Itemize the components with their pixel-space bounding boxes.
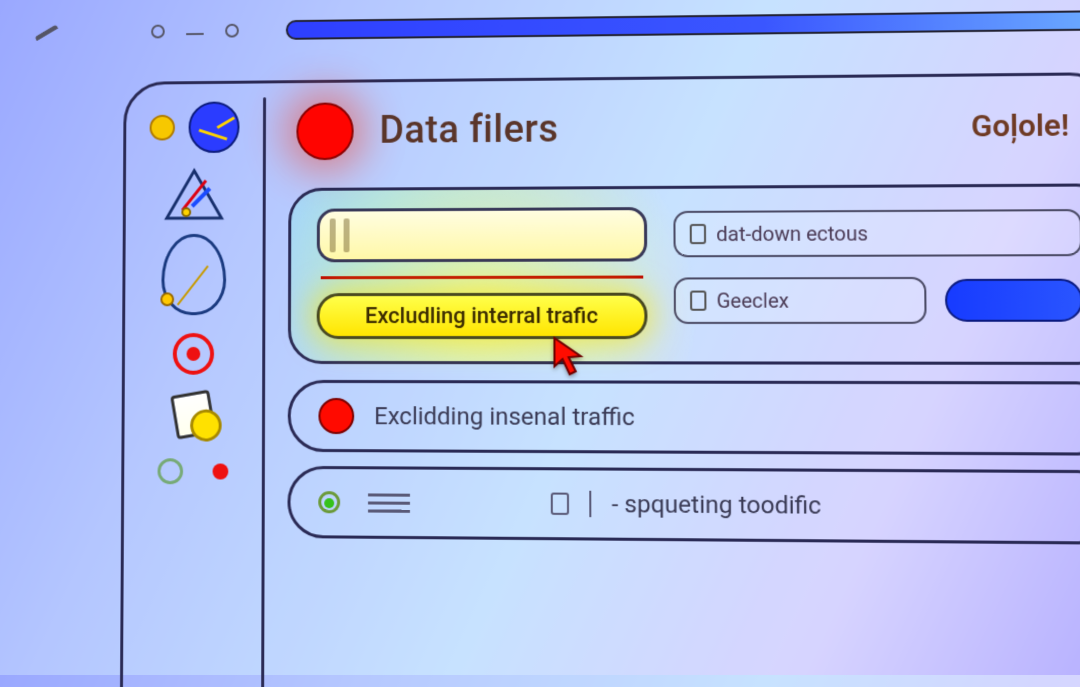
secondary-field[interactable]: Geeclex <box>674 277 927 324</box>
status-ring-icon <box>318 491 340 513</box>
apply-button[interactable] <box>945 279 1080 322</box>
divider <box>321 276 644 280</box>
page-title: Data filers <box>379 108 558 153</box>
page-header: Data filers Goļole! <box>263 75 1080 184</box>
checkbox-icon[interactable] <box>551 493 569 515</box>
triangle-tool-icon[interactable] <box>169 171 220 217</box>
checkbox-icon <box>690 291 706 311</box>
filter-row[interactable]: Exclidding insenal traffic <box>288 380 1080 456</box>
window-maximize-icon[interactable] <box>225 24 239 38</box>
alert-dot-icon <box>213 463 229 479</box>
status-dot-icon <box>318 398 354 434</box>
window-minimize-icon[interactable] <box>186 33 204 35</box>
brand-label: Goļole! <box>971 108 1069 144</box>
document-icon[interactable] <box>170 390 216 440</box>
filter-name-input[interactable] <box>317 207 647 262</box>
window-close-icon[interactable] <box>151 25 165 39</box>
filter-row[interactable]: - spqueting toodific <box>287 466 1080 545</box>
status-dot-icon <box>150 115 175 141</box>
dropdown-label: dat-down ectous <box>716 221 868 246</box>
divider <box>589 491 591 517</box>
filter-editor-panel: Excludling interral trafic dat-down ecto… <box>288 183 1080 365</box>
main-content: Data filers Goļole! Excludling interral … <box>261 75 1080 687</box>
record-icon[interactable] <box>173 333 214 375</box>
filter-row-label: - spqueting toodific <box>612 490 822 520</box>
sidebar <box>123 83 263 687</box>
exclude-internal-traffic-chip[interactable]: Excludling interral trafic <box>317 293 648 339</box>
record-indicator-icon <box>296 102 353 160</box>
secondary-field-label: Geeclex <box>717 288 789 312</box>
chip-label: Excludling interral trafic <box>365 303 598 328</box>
ellipse-tool-icon[interactable] <box>161 234 226 315</box>
dropdown-field[interactable]: dat-down ectous <box>673 209 1080 257</box>
address-bar[interactable] <box>286 10 1080 40</box>
divider <box>261 97 266 687</box>
filter-row-label: Exclidding insenal traffic <box>374 402 635 431</box>
analytics-chart-icon[interactable] <box>188 101 239 153</box>
ring-icon[interactable] <box>157 458 183 484</box>
window-chrome <box>135 0 1080 58</box>
decorative-mark <box>34 24 61 45</box>
app-frame: Data filers Goļole! Excludling interral … <box>120 72 1080 687</box>
menu-icon[interactable] <box>368 493 410 512</box>
checkbox-icon <box>690 224 706 244</box>
window-controls <box>151 24 239 39</box>
